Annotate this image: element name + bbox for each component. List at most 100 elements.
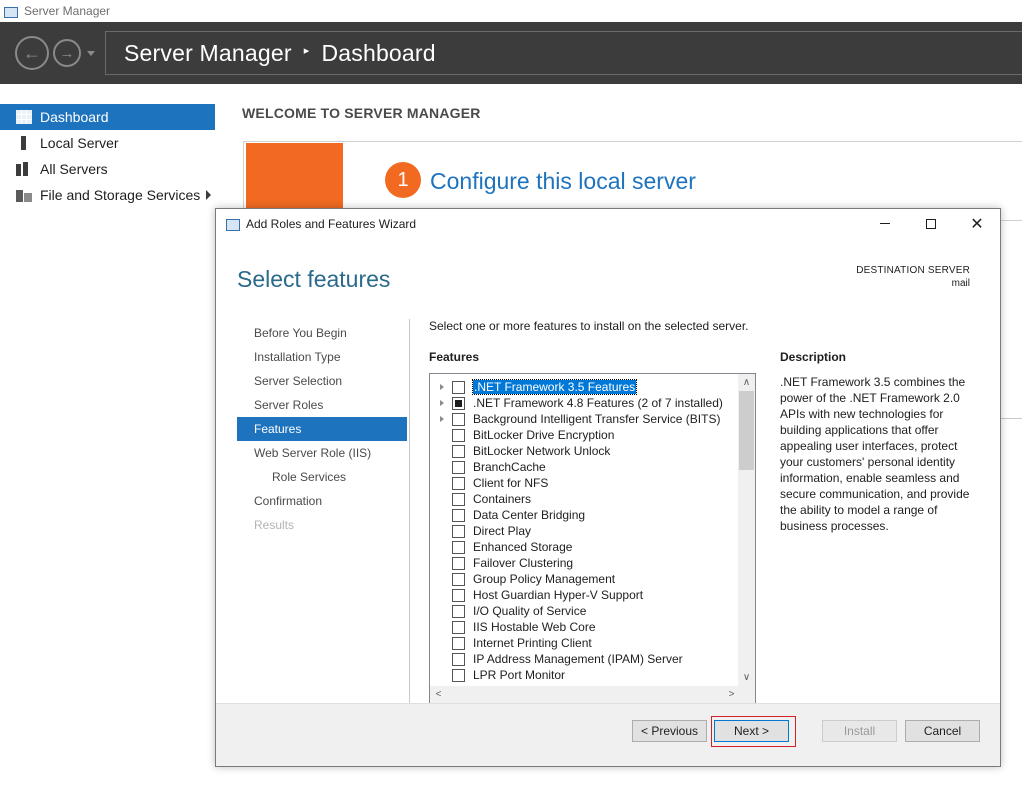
feature-checkbox[interactable] [452,652,465,666]
feature-label[interactable]: Background Intelligent Transfer Service … [473,412,720,426]
feature-row[interactable]: IP Address Management (IPAM) Server [430,651,683,667]
feature-row[interactable]: Failover Clustering [430,555,573,571]
description-text: .NET Framework 3.5 combines the power of… [780,375,970,533]
feature-row[interactable]: IIS Hostable Web Core [430,619,596,635]
feature-label[interactable]: Internet Printing Client [473,636,592,650]
maximize-button[interactable] [908,209,954,238]
feature-checkbox[interactable] [452,476,465,490]
history-dropdown-icon[interactable] [87,50,95,56]
feature-row[interactable]: .NET Framework 4.8 Features (2 of 7 inst… [430,395,723,411]
feature-checkbox[interactable] [452,396,465,410]
feature-checkbox[interactable] [452,492,465,506]
expand-arrow-icon[interactable] [435,416,449,422]
sidebar-item-all-servers[interactable]: All Servers [0,156,215,182]
feature-row[interactable]: Group Policy Management [430,571,615,587]
add-roles-wizard-dialog: Add Roles and Features Wizard ✕ Select f… [215,208,1001,767]
sidebar-item-label: File and Storage Services [40,187,201,203]
feature-label[interactable]: Direct Play [473,524,531,538]
cancel-button[interactable]: Cancel [905,720,980,742]
feature-row[interactable]: Data Center Bridging [430,507,585,523]
step-features[interactable]: Features [237,417,407,441]
scrollbar-thumb[interactable] [739,391,754,470]
feature-label[interactable]: LPR Port Monitor [473,668,565,682]
close-icon: ✕ [970,215,984,233]
feature-label[interactable]: .NET Framework 4.8 Features (2 of 7 inst… [473,396,723,410]
feature-label[interactable]: BitLocker Network Unlock [473,444,610,458]
feature-checkbox[interactable] [452,540,465,554]
scroll-up-icon[interactable]: ∧ [738,374,755,391]
feature-checkbox[interactable] [452,460,465,474]
feature-row[interactable]: Enhanced Storage [430,539,572,555]
feature-checkbox[interactable] [452,668,465,682]
horizontal-scrollbar[interactable]: < > [430,686,740,703]
sidebar-item-dashboard[interactable]: Dashboard [0,104,215,130]
feature-checkbox[interactable] [452,604,465,618]
feature-row[interactable]: Background Intelligent Transfer Service … [430,411,720,427]
step-confirmation[interactable]: Confirmation [237,489,407,513]
step-before-you-begin[interactable]: Before You Begin [237,321,407,345]
breadcrumb-root[interactable]: Server Manager [124,40,292,67]
expand-arrow-icon[interactable] [435,400,449,406]
feature-row[interactable]: BitLocker Network Unlock [430,443,610,459]
feature-checkbox[interactable] [452,508,465,522]
chevron-right-icon[interactable] [206,190,211,200]
step-installation-type[interactable]: Installation Type [237,345,407,369]
feature-row[interactable]: BranchCache [430,459,546,475]
scroll-left-icon[interactable]: < [430,686,447,703]
step-web-server-role[interactable]: Web Server Role (IIS) [237,441,407,465]
feature-checkbox[interactable] [452,620,465,634]
step-results: Results [254,518,295,532]
feature-row[interactable]: BitLocker Drive Encryption [430,427,614,443]
features-tree[interactable]: .NET Framework 3.5 Features .NET Framewo… [429,373,756,704]
feature-checkbox[interactable] [452,572,465,586]
forward-arrow-icon[interactable]: → [53,39,81,67]
maximize-icon [926,218,936,229]
close-button[interactable]: ✕ [954,209,1000,238]
feature-label[interactable]: Data Center Bridging [473,508,585,522]
previous-button[interactable]: < Previous [632,720,707,742]
feature-row[interactable]: .NET Framework 3.5 Features [430,379,638,395]
minimize-button[interactable] [862,209,908,238]
scroll-down-icon[interactable]: ∨ [738,669,755,686]
feature-checkbox[interactable] [452,444,465,458]
feature-row[interactable]: Host Guardian Hyper-V Support [430,587,643,603]
feature-label[interactable]: Failover Clustering [473,556,573,570]
feature-checkbox[interactable] [452,428,465,442]
feature-checkbox[interactable] [452,556,465,570]
back-arrow-icon[interactable]: ← [15,36,49,70]
feature-row[interactable]: Internet Printing Client [430,635,592,651]
feature-row[interactable]: LPR Port Monitor [430,667,565,683]
step-server-roles[interactable]: Server Roles [237,393,407,417]
feature-label[interactable]: Group Policy Management [473,572,615,586]
feature-label[interactable]: Enhanced Storage [473,540,572,554]
vertical-scrollbar[interactable]: ∧ ∨ [738,374,755,686]
feature-label[interactable]: .NET Framework 3.5 Features [471,379,638,395]
feature-label[interactable]: BranchCache [473,460,546,474]
feature-label[interactable]: BitLocker Drive Encryption [473,428,614,442]
feature-label[interactable]: Client for NFS [473,476,548,490]
feature-label[interactable]: IP Address Management (IPAM) Server [473,652,683,666]
server-manager-titlebar: Server Manager [0,0,1022,22]
feature-row[interactable]: Direct Play [430,523,531,539]
description-header: Description [780,350,847,364]
sidebar-item-local-server[interactable]: Local Server [0,130,215,156]
feature-row[interactable]: Client for NFS [430,475,548,491]
feature-label[interactable]: Host Guardian Hyper-V Support [473,588,643,602]
feature-checkbox[interactable] [452,412,465,426]
expand-arrow-icon[interactable] [435,384,449,390]
feature-checkbox[interactable] [452,588,465,602]
step-role-services[interactable]: Role Services [237,465,407,489]
feature-checkbox[interactable] [452,380,465,394]
sidebar-item-file-storage[interactable]: File and Storage Services [0,182,215,208]
feature-checkbox[interactable] [452,636,465,650]
feature-label[interactable]: Containers [473,492,531,506]
feature-row[interactable]: I/O Quality of Service [430,603,586,619]
feature-row[interactable]: Containers [430,491,531,507]
step-server-selection[interactable]: Server Selection [237,369,407,393]
feature-label[interactable]: I/O Quality of Service [473,604,586,618]
quick-start-tile[interactable] [246,143,343,213]
configure-local-server-link[interactable]: Configure this local server [430,168,696,195]
feature-checkbox[interactable] [452,524,465,538]
feature-label[interactable]: IIS Hostable Web Core [473,620,596,634]
next-button[interactable]: Next > [714,720,789,742]
